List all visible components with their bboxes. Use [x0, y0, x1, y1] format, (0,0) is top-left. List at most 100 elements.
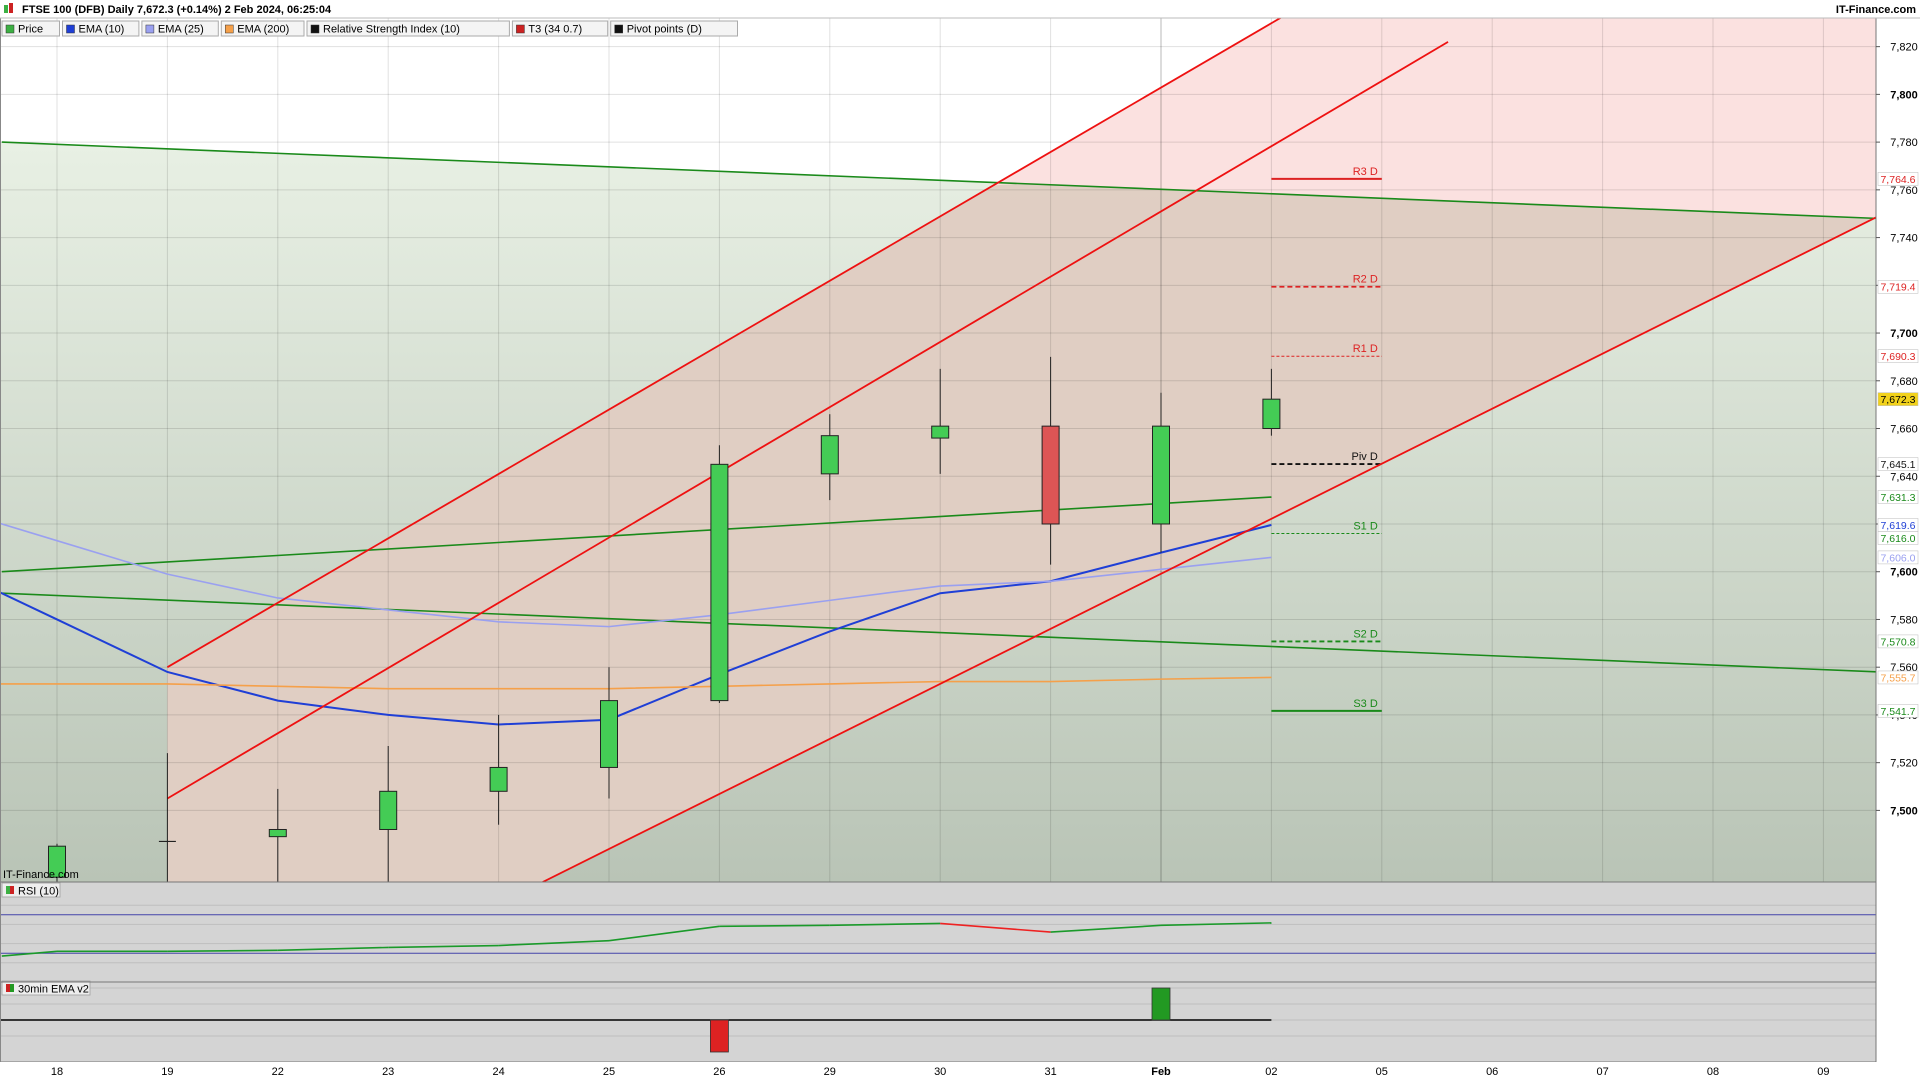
price-tick-label: 7,660 [1890, 424, 1918, 436]
candle-up [600, 700, 618, 768]
legend-item[interactable]: Pivot points (D) [610, 20, 739, 37]
price-tag: 7,616.0 [1880, 533, 1915, 545]
price-tick-label: 7,600 [1890, 567, 1918, 579]
legend-label: EMA (200) [237, 24, 289, 36]
pivot-label: Piv D [1352, 451, 1378, 463]
legend-swatch [516, 24, 525, 34]
rsi-legend[interactable]: RSI (10) [1, 882, 61, 898]
legend-label: EMA (25) [158, 24, 204, 36]
candle-down [1041, 425, 1060, 525]
date-tick-label: 25 [603, 1066, 615, 1078]
price-tick-label: 7,520 [1890, 758, 1918, 770]
price-tag: 7,764.6 [1880, 174, 1915, 186]
price-tick-label: 7,680 [1890, 376, 1918, 388]
legend-swatch [145, 24, 155, 34]
price-tag: 7,645.1 [1880, 459, 1915, 471]
date-tick-label: 22 [272, 1066, 284, 1078]
date-tick-label: 09 [1817, 1066, 1829, 1078]
rsi-legend-swatch [6, 886, 10, 894]
price-tick-label: 7,800 [1890, 89, 1918, 101]
date-tick-label: Feb [1151, 1066, 1171, 1078]
price-tick-label: 7,780 [1890, 137, 1918, 149]
ema30-legend-label: 30min EMA v2 [18, 984, 89, 996]
price-tag: 7,619.6 [1880, 520, 1915, 532]
watermark: IT-Finance.com [3, 869, 79, 881]
price-tag: 7,631.3 [1880, 492, 1915, 504]
candle-up [710, 463, 729, 702]
legend-item[interactable]: T3 (34 0.7) [511, 20, 609, 37]
pivot-label: R3 D [1353, 166, 1378, 178]
date-tick-label: 05 [1376, 1066, 1388, 1078]
ema30-legend[interactable]: 30min EMA v2 [1, 980, 91, 996]
indicator-legend: Price EMA (10) EMA (25) EMA (200) Relative S… [1, 20, 739, 37]
date-tick-label: 19 [161, 1066, 173, 1078]
legend-item[interactable]: Relative Strength Index (10) [306, 20, 510, 37]
date-tick-label: 02 [1265, 1066, 1277, 1078]
date-tick-label: 26 [713, 1066, 725, 1078]
ema30-legend-swatch [6, 984, 10, 992]
legend-label: EMA (10) [79, 24, 125, 36]
candle-up [1262, 398, 1281, 430]
candle-up [931, 425, 950, 439]
legend-swatch [5, 24, 15, 34]
legend-item[interactable]: EMA (10) [62, 20, 140, 37]
rsi-line-segment [167, 949, 278, 953]
rsi-panel-background [0, 882, 1876, 982]
chart-title: FTSE 100 (DFB) Daily 7,672.3 (+0.14%) 2 … [22, 4, 332, 16]
rsi-legend-label: RSI (10) [18, 886, 59, 898]
price-tick-label: 7,700 [1890, 328, 1918, 340]
legend-label: Pivot points (D) [627, 24, 702, 36]
pivot-label: S2 D [1353, 628, 1378, 640]
price-tag: 7,555.7 [1880, 672, 1915, 684]
price-tick-label: 7,580 [1890, 614, 1918, 626]
price-tick-label: 7,640 [1890, 471, 1918, 483]
candle-up [379, 790, 398, 830]
date-tick-label: 24 [492, 1066, 504, 1078]
candle-up [820, 435, 839, 475]
legend-label: Relative Strength Index (10) [323, 24, 460, 36]
date-tick-label: 31 [1044, 1066, 1056, 1078]
price-tag: 7,570.8 [1880, 636, 1915, 648]
legend-label: Price [18, 24, 43, 36]
price-tag: 7,672.3 [1880, 394, 1915, 406]
date-tick-label: 06 [1486, 1066, 1498, 1078]
legend-label: T3 (34 0.7) [528, 24, 582, 36]
chart: R3 DR2 DR1 DPiv DS1 DS2 DS3 D 2040608010… [0, 0, 1920, 1080]
candle-up [489, 766, 508, 792]
legend-item[interactable]: EMA (25) [141, 20, 219, 37]
legend-item[interactable]: EMA (200) [220, 20, 305, 37]
date-tick-label: 18 [51, 1066, 63, 1078]
price-tick-label: 7,820 [1890, 42, 1918, 54]
date-tick-label: 08 [1707, 1066, 1719, 1078]
pivot-label: R2 D [1353, 274, 1378, 286]
ema30-legend-swatch [10, 984, 14, 992]
pivot-label: S1 D [1353, 521, 1378, 533]
price-tick-label: 7,760 [1890, 185, 1918, 197]
price-tag: 7,541.7 [1880, 706, 1915, 718]
rsi-legend-swatch [10, 886, 14, 894]
date-tick-label: 30 [934, 1066, 946, 1078]
brand-name[interactable]: IT-Finance.com [1836, 4, 1916, 16]
pivot-label: S3 D [1353, 698, 1378, 710]
ema30-bar-down [710, 1019, 729, 1053]
date-tick-label: 29 [824, 1066, 836, 1078]
pivot-label: R1 D [1353, 343, 1378, 355]
price-tag: 7,690.3 [1880, 351, 1915, 363]
date-tick-label: 23 [382, 1066, 394, 1078]
ema30-panel-background [0, 982, 1876, 1062]
price-tag: 7,606.0 [1880, 552, 1915, 564]
candle-up [268, 828, 287, 838]
date-axis[interactable] [0, 1062, 1920, 1080]
legend-item[interactable]: Price [1, 20, 60, 37]
date-tick-label: 07 [1596, 1066, 1608, 1078]
candle-up [1152, 425, 1170, 525]
price-tick-label: 7,500 [1890, 805, 1918, 817]
legend-swatch [66, 24, 75, 34]
rsi-line-segment [719, 924, 830, 928]
price-tick-label: 7,740 [1890, 233, 1918, 245]
legend-swatch [225, 24, 234, 34]
ema30-bar-up [1151, 987, 1171, 1021]
legend-swatch [310, 24, 320, 34]
price-tag: 7,719.4 [1880, 282, 1915, 294]
legend-swatch [614, 24, 623, 34]
